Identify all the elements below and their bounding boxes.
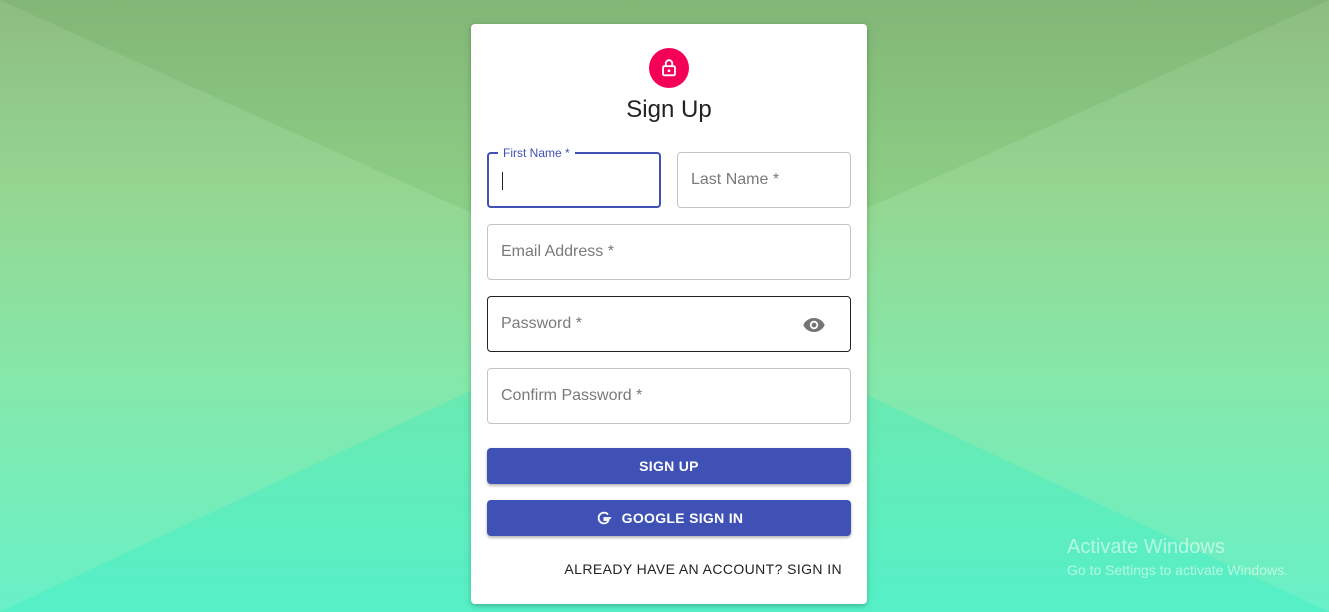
google-sign-in-label: GOOGLE SIGN IN (621, 510, 744, 526)
email-field[interactable]: Email Address * (487, 224, 851, 280)
first-name-field[interactable]: First Name * (487, 146, 661, 208)
google-icon (597, 511, 611, 525)
first-name-label: First Name * (498, 146, 575, 160)
watermark-title: Activate Windows (1067, 536, 1225, 558)
google-sign-in-button[interactable]: GOOGLE SIGN IN (487, 500, 851, 536)
confirm-password-placeholder: Confirm Password * (501, 387, 643, 404)
last-name-placeholder: Last Name * (691, 171, 780, 188)
sign-up-button-label: SIGN UP (639, 458, 699, 474)
confirm-password-field[interactable]: Confirm Password * (487, 368, 851, 424)
text-caret (502, 172, 503, 190)
sign-up-button[interactable]: SIGN UP (487, 448, 851, 484)
password-field[interactable]: Password * (487, 296, 851, 352)
password-placeholder: Password * (501, 315, 582, 332)
sign-in-link[interactable]: ALREADY HAVE AN ACCOUNT? SIGN IN (564, 561, 842, 577)
last-name-field[interactable]: Last Name * (677, 152, 851, 208)
signup-card: Sign Up First Name * Last Name * Email A… (471, 24, 867, 604)
email-placeholder: Email Address * (501, 243, 614, 260)
eye-icon[interactable] (802, 313, 826, 337)
windows-activation-watermark: Activate Windows Go to Settings to activ… (1067, 536, 1288, 580)
lock-icon (662, 59, 676, 77)
page-background: Sign Up First Name * Last Name * Email A… (0, 0, 1329, 612)
page-title: Sign Up (626, 96, 712, 123)
watermark-subtitle: Go to Settings to activate Windows. (1067, 562, 1288, 578)
avatar (649, 48, 689, 88)
